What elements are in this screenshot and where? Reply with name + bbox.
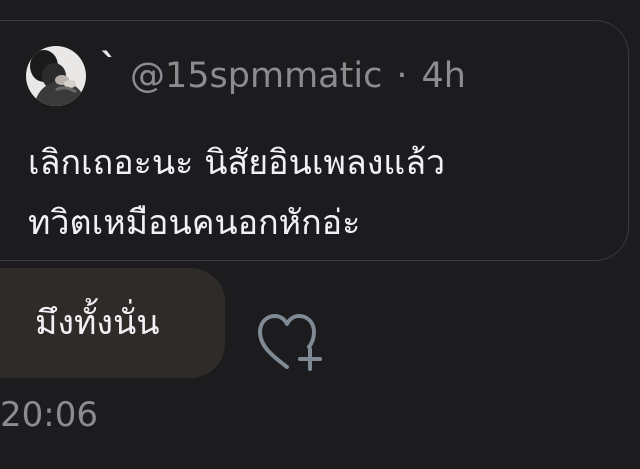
message-timestamp: 20:06 [0,395,98,435]
dm-conversation-screen: ` @15spmmatic · 4h เลิกเถอะนะ นิสัยอินเพ… [0,0,640,469]
heart-add-icon [258,314,322,371]
avatar[interactable] [26,46,86,106]
profile-photo-icon [26,46,86,106]
add-reaction-button[interactable] [254,311,324,375]
separator-dot: · [396,55,408,96]
message-bubble[interactable]: มึงทั้งนั่น [0,268,225,378]
message-text: มึงทั้งนั่น [35,303,160,343]
user-handle[interactable]: @15spmmatic [130,58,382,94]
display-name[interactable]: ` [100,50,118,86]
quoted-tweet-header: ` @15spmmatic · 4h [26,46,466,106]
quoted-tweet-text: เลิกเถอะนะ นิสัยอินเพลงแล้ว ทวิตเหมือนคน… [28,143,446,243]
tweet-time-ago: 4h [421,55,466,96]
quoted-tweet-card[interactable]: ` @15spmmatic · 4h เลิกเถอะนะ นิสัยอินเพ… [0,20,629,261]
